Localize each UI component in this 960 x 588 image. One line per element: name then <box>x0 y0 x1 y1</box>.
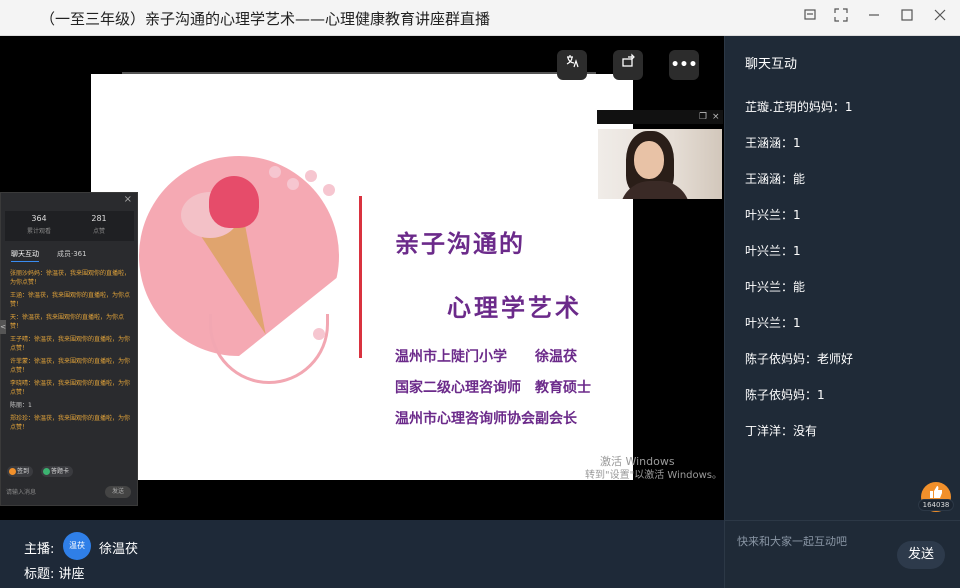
slide-title-line2: 心理学艺术 <box>447 294 582 322</box>
pin-icon[interactable] <box>798 6 822 30</box>
host-label: 主播: <box>24 542 55 557</box>
slide-title-line1: 亲子沟通的 <box>395 230 525 258</box>
windows-watermark-hint: 转到"设置"以激活 Windows。 <box>585 470 723 481</box>
tab-members[interactable]: 成员·361 <box>57 249 87 259</box>
title-label: 标题: <box>24 567 55 582</box>
stat-value: 364 <box>31 214 47 223</box>
blossom-decoration <box>269 166 281 178</box>
mini-chat-message: 天：徐温茯，我来围观你的直播啦，为你点赞！ <box>10 314 125 330</box>
stat-value: 281 <box>91 214 107 223</box>
blossom-decoration <box>287 178 299 190</box>
title-value: 讲座 <box>58 567 85 582</box>
captured-chat-panel: × 364 累计观看 281 点赞 聊天互动 成员·361 张丽沙妈妈：徐温茯，… <box>0 192 138 506</box>
quiz-badge[interactable]: 答题卡 <box>41 466 74 477</box>
stat-label: 累计观看 <box>26 228 51 235</box>
fullscreen-icon[interactable] <box>829 6 853 30</box>
mini-message-input[interactable]: 请输入消息 <box>6 487 36 496</box>
chat-message: 叶兴兰：1 <box>745 244 801 258</box>
slide-info-line: 温州市上陡门小学 徐温茯 <box>395 349 577 365</box>
host-name: 徐温茯 <box>99 542 139 557</box>
close-icon[interactable]: × <box>712 110 720 124</box>
mini-chat-message: 许菲蒙：徐温茯，我来围观你的直播啦，为你点赞！ <box>10 358 131 374</box>
tab-chat[interactable]: 聊天互动 <box>11 249 39 262</box>
stream-title: 标题: 讲座 <box>24 563 85 582</box>
close-icon[interactable]: × <box>124 194 132 205</box>
close-icon[interactable] <box>928 6 952 30</box>
mini-chat-message: 王涵：徐温茯，我来围观你的直播啦，为你点赞！ <box>10 292 131 308</box>
chat-header: 聊天互动 <box>745 57 798 72</box>
mini-chat-message: 陈丽：1 <box>10 402 32 409</box>
like-count: 164038 <box>918 499 954 511</box>
webcam-feed <box>598 129 722 199</box>
checkin-badge[interactable]: 签到 <box>7 466 34 477</box>
badge-label: 签到 <box>17 468 30 475</box>
chat-message: 王涵涵：1 <box>745 136 801 150</box>
chat-message: 芷璇.芷玥的妈妈：1 <box>745 100 853 114</box>
presenter-face <box>634 141 664 179</box>
stat-label: 点赞 <box>92 228 105 235</box>
mini-message-list: 张丽沙妈妈：徐温茯，我来围观你的直播啦，为你点赞！ 王涵：徐温茯，我来围观你的直播… <box>10 269 134 436</box>
mini-tabs: 聊天互动 成员·361 <box>1 247 137 262</box>
stats-box: 364 累计观看 281 点赞 <box>5 211 134 241</box>
badge-label: 答题卡 <box>51 468 70 475</box>
mini-chat-message: 王子晴：徐温茯，我来围观你的直播啦，为你点赞！ <box>10 336 131 352</box>
mini-chat-message: 张丽沙妈妈：徐温茯，我来围观你的直播啦，为你点赞！ <box>10 270 131 286</box>
collapse-handle[interactable]: < <box>0 320 6 334</box>
window-title: （一至三年级）亲子沟通的心理学艺术——心理健康教育讲座群直播 <box>40 10 491 28</box>
slide-info-line: 温州市心理咨询师协会副会长 <box>395 411 577 427</box>
blossom-decoration <box>323 184 335 196</box>
send-button[interactable]: 发送 <box>897 541 945 569</box>
blossom-decoration <box>305 170 317 182</box>
video-stage: 亲子沟通的 心理学艺术 温州市上陡门小学 徐温茯 国家二级心理咨询师 教育硕士 … <box>0 36 724 520</box>
chat-message: 陈子依妈妈：老师好 <box>745 352 854 366</box>
chat-message: 叶兴兰：1 <box>745 316 801 330</box>
avatar[interactable]: 温茯 <box>63 532 91 560</box>
chat-input[interactable]: 快来和大家一起互动吧 <box>737 533 847 549</box>
checkin-icon <box>9 468 16 475</box>
ice-cream-scoop-red <box>209 176 259 228</box>
maximize-icon[interactable] <box>895 6 919 30</box>
rotate-icon[interactable] <box>613 50 643 80</box>
stat-views: 364 累计观看 <box>9 214 69 235</box>
chat-message: 陈子依妈妈：1 <box>745 388 825 402</box>
accent-divider <box>359 196 362 358</box>
chat-message: 王涵涵：能 <box>745 172 806 186</box>
stat-likes: 281 点赞 <box>69 214 129 235</box>
slide-info-line: 国家二级心理咨询师 教育硕士 <box>395 380 591 396</box>
chat-message: 丁洋洋：没有 <box>745 424 818 438</box>
mini-send-button[interactable]: 发送 <box>105 486 131 498</box>
chat-message-list: 芷璇.芷玥的妈妈：1 王涵涵：1 王涵涵：能 叶兴兰：1 叶兴兰：1 叶兴兰：能 叶兴兰：1… <box>745 98 955 458</box>
chat-compose-area: 快来和大家一起互动吧 发送 <box>724 520 960 588</box>
bottom-info-bar: 主播: 温茯 徐温茯 标题: 讲座 <box>0 520 724 588</box>
mini-chat-message: 李晓晴：徐温茯，我来围观你的直播啦，为你点赞！ <box>10 380 131 396</box>
mini-chat-message: 郑珍珍：徐温茯，我来围观你的直播啦，为你点赞！ <box>10 415 131 431</box>
restore-icon[interactable]: ❐ <box>699 110 707 124</box>
webcam-toolbar: ❐ × <box>597 110 723 124</box>
minimize-icon[interactable] <box>862 6 886 30</box>
chat-panel: 聊天互动 芷璇.芷玥的妈妈：1 王涵涵：1 王涵涵：能叶兴兰：1 叶兴兰：1 叶兴兰：能… <box>724 36 960 520</box>
chat-message: 叶兴兰：1 <box>745 208 801 222</box>
blossom-decoration <box>313 328 325 340</box>
presentation-slide: 亲子沟通的 心理学艺术 温州市上陡门小学 徐温茯 国家二级心理咨询师 教育硕士 … <box>91 74 633 480</box>
title-bar: （一至三年级）亲子沟通的心理学艺术——心理健康教育讲座群直播 <box>0 0 960 36</box>
quiz-icon <box>43 468 50 475</box>
translate-icon[interactable] <box>557 50 587 80</box>
chat-message: 叶兴兰：能 <box>745 280 806 294</box>
more-button[interactable]: ••• <box>669 50 699 80</box>
